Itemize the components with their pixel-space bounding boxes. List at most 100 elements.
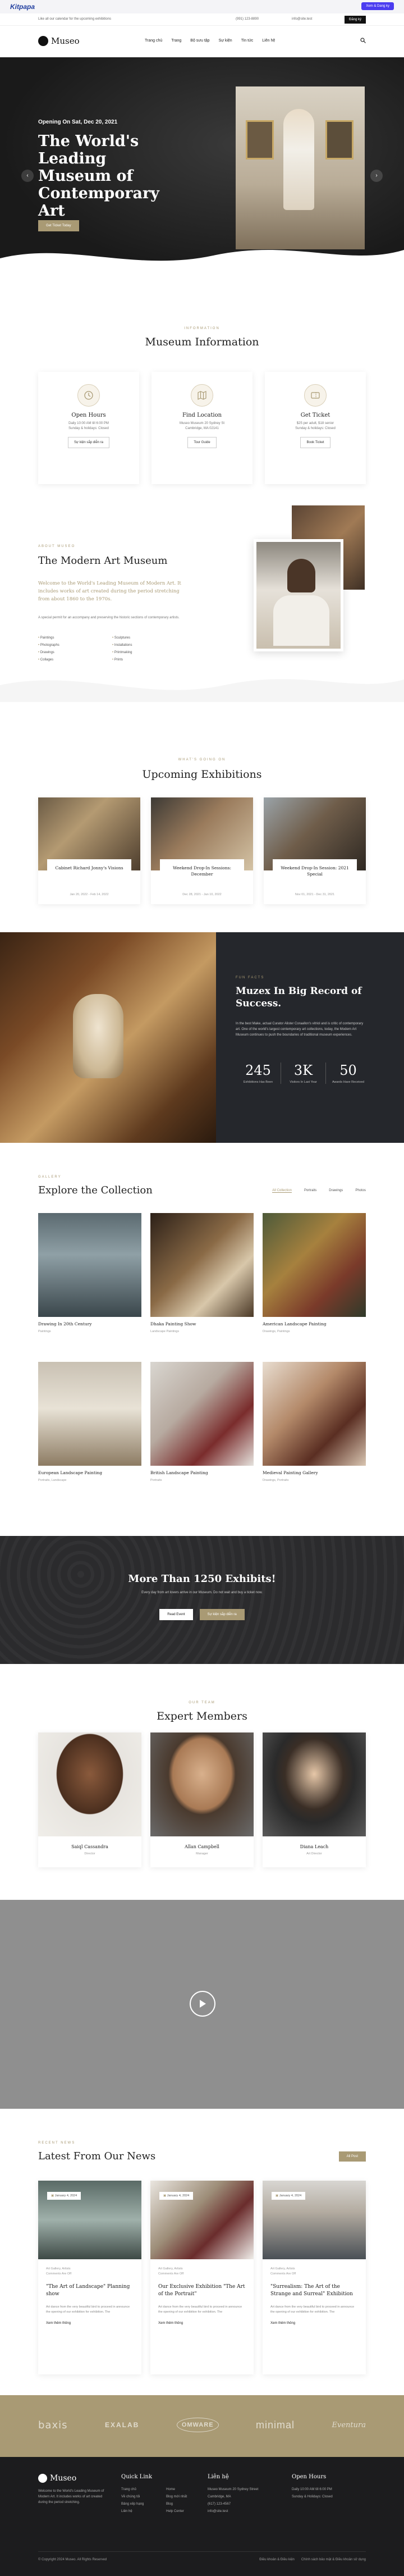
collection-item[interactable]: British Landscape Painting Portraits	[150, 1362, 254, 1482]
cta-read-button[interactable]: Read Event	[159, 1609, 193, 1620]
collection-eyebrow: Gallery	[38, 1175, 62, 1179]
filter-tab-all[interactable]: All Collection	[272, 1189, 292, 1193]
hero-next-arrow-icon[interactable]: ›	[370, 170, 383, 182]
logo[interactable]: Museo	[38, 36, 80, 46]
nav-item-events[interactable]: Sự kiện	[219, 39, 232, 43]
team-member-card[interactable]: Diana Leach Art Director	[263, 1732, 366, 1867]
collection-item-title[interactable]: Drawing In 20th Century	[38, 1321, 141, 1326]
exhibition-card[interactable]: Weekend Drop-In Sessions: December Dec 2…	[151, 797, 253, 904]
team-member-card[interactable]: Saiql Cassandra Director	[38, 1732, 141, 1867]
stat-item: 50 Awards Have Received	[325, 1063, 370, 1084]
footer-phone[interactable]: (617) 123-4567	[208, 2501, 258, 2508]
footer-email[interactable]: info@site.test	[208, 2508, 258, 2515]
collection-item-title[interactable]: American Landscape Painting	[263, 1321, 366, 1326]
calendar-icon: ▣	[276, 2194, 279, 2197]
news-post-title[interactable]: Our Exclusive Exhibition "The Art of the…	[158, 2283, 246, 2298]
collection-item[interactable]: Dhaka Painting Show Landscape Paintings	[150, 1213, 254, 1333]
filter-tab-portraits[interactable]: Portraits	[304, 1189, 316, 1193]
news-read-more-link[interactable]: Xem thêm thông	[270, 2322, 358, 2325]
collection-item-title[interactable]: European Landscape Painting	[38, 1470, 141, 1475]
brand-logo[interactable]: Eventura	[332, 2421, 366, 2429]
logo-icon	[38, 36, 48, 46]
info-card-button[interactable]: Sự kiện sắp diễn ra	[67, 437, 110, 448]
team-member-name[interactable]: Diana Leach	[263, 1844, 366, 1849]
brand-logo[interactable]: minimal	[256, 2419, 295, 2431]
exhibition-title[interactable]: Weekend Drop-In Sessions: December	[163, 865, 241, 877]
collection-item-title[interactable]: Dhaka Painting Show	[150, 1321, 254, 1326]
info-card-title: Open Hours	[71, 412, 106, 418]
news-card[interactable]: ▣ January 4, 2024 Art Gallery, Artists C…	[150, 2181, 254, 2374]
promo-brand[interactable]: Kitpapa	[10, 3, 35, 11]
collection-item-title[interactable]: Medieval Painting Gallery	[263, 1470, 366, 1475]
news-post-title[interactable]: "Surrealism: The Art of the Strange and …	[270, 2283, 358, 2298]
brand-logo[interactable]: EXALAB	[105, 2421, 139, 2429]
info-eyebrow: Information	[184, 327, 220, 330]
footer-terms-link[interactable]: Điều khoản & Điều kiện	[259, 2558, 295, 2561]
info-card-line: Sunday & holidays: Closed	[295, 427, 336, 430]
news-post-title[interactable]: "The Art of Landscape" Planning show	[46, 2283, 134, 2298]
hero: Opening On Sat, Dec 20, 2021 The World's…	[0, 57, 404, 275]
search-icon[interactable]	[360, 38, 366, 43]
footer-link[interactable]: Bảng xếp hạng	[121, 2501, 144, 2508]
promo-button[interactable]: Xem & Dang ky	[361, 2, 394, 10]
nav-item-home[interactable]: Trang chủ	[145, 39, 162, 43]
about-list-item: • Sculptures	[112, 636, 131, 640]
filter-tab-photos[interactable]: Photos	[355, 1189, 366, 1193]
hero-ticket-button[interactable]: Get Ticket Today	[38, 220, 79, 231]
footer-link[interactable]: Home	[166, 2486, 187, 2493]
nav-item-contact[interactable]: Liên hệ	[262, 39, 275, 43]
hero-prev-arrow-icon[interactable]: ‹	[21, 170, 34, 182]
news-all-button[interactable]: All Post	[338, 2151, 366, 2162]
nav-item-collection[interactable]: Bộ sưu tập	[190, 39, 209, 43]
news-meta: Art Gallery, Artists	[270, 2267, 295, 2270]
team-member-name[interactable]: Saiql Cassandra	[38, 1844, 141, 1849]
footer-privacy-link[interactable]: Chính sách bảo mật & Điều khoản sử dụng	[301, 2558, 366, 2561]
info-card-button[interactable]: Book Ticket	[300, 437, 330, 448]
footer: Museo Welcome to the World's Leading Mus…	[0, 2457, 404, 2576]
footer-link[interactable]: Blog	[166, 2501, 187, 2508]
exhibition-title[interactable]: Weekend Drop-In Session: 2021 Special	[276, 865, 354, 877]
avatar	[263, 1732, 366, 1836]
team-member-name[interactable]: Allan Campbell	[150, 1844, 254, 1849]
news-card[interactable]: ▣ January 4, 2024 Art Gallery, Artists C…	[38, 2181, 141, 2374]
footer-link[interactable]: Về chúng tôi	[121, 2493, 144, 2501]
about-list-item: • Photographs	[38, 644, 59, 647]
hero-wave-divider	[0, 250, 404, 275]
stat-label: Awards Have Received	[332, 1080, 365, 1084]
cta-events-button[interactable]: Sự kiện sắp diễn ra	[199, 1609, 245, 1620]
footer-logo[interactable]: Museo	[38, 2474, 76, 2483]
brand-logo[interactable]: baxis	[38, 2419, 68, 2431]
exhibition-title[interactable]: Cabinet Richard Jonny's Visions	[50, 865, 128, 871]
top-phone[interactable]: (991) 123-8890	[236, 17, 259, 21]
collection-item-title[interactable]: British Landscape Painting	[150, 1470, 254, 1475]
collection-item[interactable]: Drawing In 20th Century Paintings	[38, 1213, 141, 1333]
team-member-card[interactable]: Allan Campbell Manager	[150, 1732, 254, 1867]
nav-item-news[interactable]: Tin tức	[241, 39, 254, 43]
news-card[interactable]: ▣ January 4, 2024 Art Gallery, Artists C…	[263, 2181, 366, 2374]
footer-link[interactable]: Liên hệ	[121, 2508, 144, 2515]
footer-quick-title: Quick Link	[121, 2474, 153, 2480]
brands-section: baxis EXALAB OMWARE minimal Eventura	[0, 2395, 404, 2457]
collection-item[interactable]: European Landscape Painting Portraits, L…	[38, 1362, 141, 1482]
exhibition-card[interactable]: Weekend Drop-In Session: 2021 Special No…	[264, 797, 366, 904]
filter-tab-drawings[interactable]: Drawings	[329, 1189, 343, 1193]
exhibition-caption: Weekend Drop-In Sessions: December	[160, 859, 244, 883]
news-read-more-link[interactable]: Xem thêm thông	[46, 2322, 134, 2325]
collection-item[interactable]: American Landscape Painting Drawings, Pa…	[263, 1213, 366, 1333]
top-login-button[interactable]: Đăng ký	[344, 16, 366, 24]
info-card-button[interactable]: Tour Guide	[187, 437, 217, 448]
footer-link[interactable]: Help Center	[166, 2508, 187, 2515]
news-read-more-link[interactable]: Xem thêm thông	[158, 2322, 246, 2325]
play-icon[interactable]	[190, 1991, 215, 2017]
about-list-item: • Printmaking	[112, 651, 132, 654]
brand-logo[interactable]: OMWARE	[176, 2418, 219, 2432]
footer-about: Welcome to the World's Leading Museum of…	[38, 2490, 104, 2504]
clock-icon	[77, 384, 100, 407]
footer-link[interactable]: Trang chủ	[121, 2486, 144, 2493]
exhibition-date: Jan 20, 2022 - Feb 14, 2022	[70, 893, 109, 896]
collection-item[interactable]: Medieval Painting Gallery Drawings, Port…	[263, 1362, 366, 1482]
footer-link[interactable]: Blog mới nhất	[166, 2493, 187, 2501]
nav-item-pages[interactable]: Trang	[171, 39, 181, 43]
exhibition-card[interactable]: Cabinet Richard Jonny's Visions Jan 20, …	[38, 797, 140, 904]
top-email[interactable]: info@site.test	[292, 17, 312, 21]
